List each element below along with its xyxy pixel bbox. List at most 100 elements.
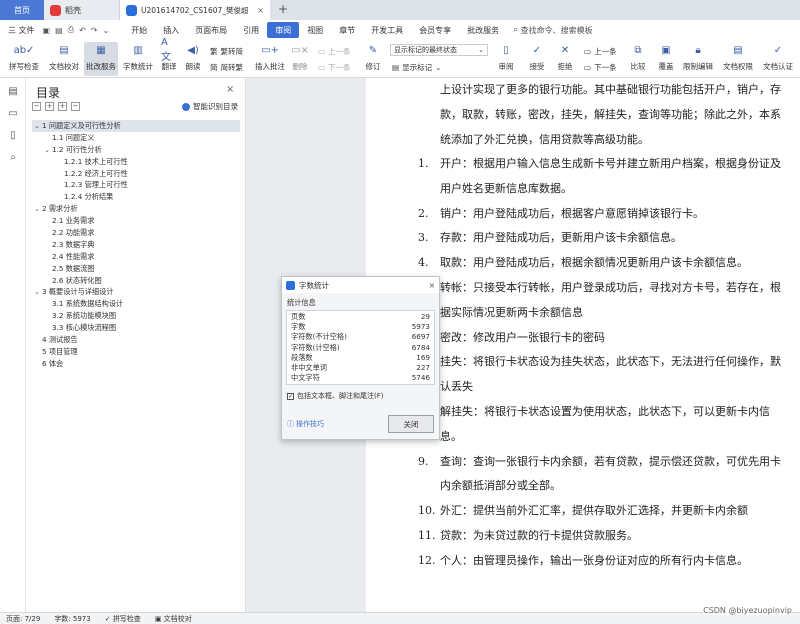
tab-correction-service[interactable]: 批改服务 [459,22,507,38]
toc-item[interactable]: 1.2.3 管理上可行性 [32,179,240,191]
toc-item[interactable]: ⌄ 1.2 可行性分析 [32,144,240,156]
toc-item[interactable]: 6 体会 [32,358,240,370]
prev-comment-button[interactable]: ▭ 上一条 [318,46,351,57]
toc-item[interactable]: 4 测试报告 [32,334,240,346]
next-comment-button[interactable]: ▭ 下一条 [318,62,351,73]
chevron-down-icon[interactable]: ⌄ [34,286,42,298]
toc-item[interactable]: 2.3 数据字典 [32,239,240,251]
translate-button[interactable]: A文 翻译 [157,37,181,76]
read-aloud-button[interactable]: ◀) 朗读 [182,42,204,76]
toc-item[interactable]: ⌄ 1 问题定义及可行性分析 [32,120,240,132]
show-markup-label: 显示标记 [402,63,433,72]
close-tab-icon[interactable]: × [257,6,264,15]
pages-icon[interactable]: ▭ [7,108,19,120]
review-pane-button[interactable]: ▯ 审阅 [494,42,518,76]
close-icon[interactable]: × [226,84,234,95]
toc-item[interactable]: 2.6 状态转化图 [32,275,240,287]
print-icon[interactable]: ⎙ [68,25,74,35]
tips-label: 操作技巧 [296,420,324,428]
toc-item[interactable]: 2.4 性能需求 [32,251,240,263]
track-changes-button[interactable]: ✎ 修订 [362,42,384,76]
chevron-down-icon[interactable]: ⌄ [34,120,42,132]
chevron-down-icon[interactable]: ⌄ [44,144,52,156]
tab-references[interactable]: 引用 [235,22,267,38]
toc-item[interactable]: 1.1 问题定义 [32,132,240,144]
spell-check-status[interactable]: ✓ 拼写检查 [105,614,141,624]
redo-icon[interactable]: ↷ [91,26,98,35]
spell-check-button[interactable]: ab✓ 拼写检查 [6,42,42,76]
close-icon[interactable]: × [429,281,435,290]
doc-proof-button[interactable]: ▤ 文档校对 [46,42,82,76]
markup-mode-select[interactable]: 显示标记的最终状态 ⌄ [390,44,488,56]
next-change-button[interactable]: ▭ 下一条 [584,62,617,73]
chevron-down-icon[interactable]: ⌄ [34,203,42,215]
tab-start[interactable]: 开始 [123,22,155,38]
delete-comment-button[interactable]: ▭× 删除 [290,42,310,76]
doc-cert-button[interactable]: ✓ 文档认证 [760,42,796,76]
insert-comment-button[interactable]: ▭+ 插入批注 [254,42,286,76]
command-search[interactable]: ⌕ 查找命令、搜索模板 [513,25,592,36]
prev-change-button[interactable]: ▭ 上一条 [584,46,617,57]
page-indicator[interactable]: 页面: 7/29 [6,614,40,624]
tab-member[interactable]: 会员专享 [411,22,459,38]
show-markup-button[interactable]: ▤ 显示标记 ⌄ [392,62,441,73]
undo-icon[interactable]: ↶ [79,26,86,35]
toc-item[interactable]: 1.2.4 分析结果 [32,191,240,203]
doc-proof-status-icon: ▣ [154,614,164,623]
include-textbox-checkbox[interactable]: ✓ 包括文本框、脚注和尾注(F) [287,391,439,401]
tab-wps[interactable]: 稻壳 [44,0,120,20]
batch-service-button[interactable]: ▦ 批改服务 [84,42,118,76]
word-count-button[interactable]: ▥ 字数统计 [121,42,155,76]
toc-item[interactable]: 3.1 系统数据结构设计 [32,298,240,310]
reject-button[interactable]: ✕ 拒绝 [554,42,576,76]
review-ribbon: ab✓ 拼写检查 ▤ 文档校对 ▦ 批改服务 ▥ 字数统计 A文 翻译 ◀) 朗… [0,37,800,78]
doc-proof-status[interactable]: ▣ 文档校对 [155,614,192,624]
remove-heading-icon[interactable]: − [71,102,80,111]
toc-item[interactable]: 5 项目管理 [32,346,240,358]
tips-link[interactable]: ⓘ 操作技巧 [287,419,324,429]
toc-item[interactable]: 1.2.2 经济上可行性 [32,168,240,180]
save-icon[interactable]: ▣ [43,26,51,35]
list-item-text: 个人：由管理员操作，输出一张身份证对应的所有行内卡信息。 [440,553,748,567]
toc-item[interactable]: 1.2.1 技术上可行性 [32,156,240,168]
batch-service-label: 批改服务 [86,62,116,71]
toc-item[interactable]: ⌄ 3 概要设计与详细设计 [32,286,240,298]
compare-button[interactable]: ⧉ 比较 [626,42,650,76]
toc-item[interactable]: 2.5 数据流图 [32,263,240,275]
stat-value: 6697 [411,332,430,342]
tab-page-layout[interactable]: 页面布局 [187,22,235,38]
accept-button[interactable]: ✓ 接受 [526,42,548,76]
cover-button[interactable]: ▣ 覆盖 [656,42,676,76]
file-menu[interactable]: 三 文件 [0,25,43,36]
close-button[interactable]: 关闭 [388,415,434,433]
new-tab-button[interactable]: + [276,2,290,18]
toc-item[interactable]: 3.2 系统功能模块图 [32,310,240,322]
tab-view[interactable]: 视图 [299,22,331,38]
tab-document[interactable]: U201614702_CS1607_樊俊超 × [120,0,270,20]
tab-insert[interactable]: 插入 [155,22,187,38]
expand-all-icon[interactable]: + [45,102,54,111]
restrict-edit-button[interactable]: 🔒︎ 限制编辑 [680,42,716,76]
cert-icon: ✓ [773,44,783,56]
tab-sections[interactable]: 章节 [331,22,363,38]
toc-item[interactable]: 2.2 功能需求 [32,227,240,239]
toc-item[interactable]: ⌄ 2 需求分析 [32,203,240,215]
simp-to-trad-button[interactable]: 简简转繁 [210,62,243,73]
folder-icon[interactable]: ▤ [55,26,63,35]
tab-home[interactable]: 首页 [0,0,44,20]
chevron-down-icon[interactable]: ⌄ [102,26,109,35]
toc-icon[interactable]: ▤ [7,86,19,98]
trad-to-simp-button[interactable]: 繁繁转简 [210,46,243,57]
toc-item-label: 6 体会 [42,358,64,368]
bookmark-icon[interactable]: ▯ [7,130,19,142]
tab-review[interactable]: 审阅 [267,22,300,38]
doc-permission-button[interactable]: ▤ 文档权限 [720,42,756,76]
collapse-all-icon[interactable]: − [32,102,41,111]
toc-item[interactable]: 2.1 业务需求 [32,215,240,227]
tab-developer[interactable]: 开发工具 [363,22,411,38]
word-count-indicator[interactable]: 字数: 5973 [54,614,90,624]
search-icon[interactable]: ⌕ [7,152,19,164]
add-heading-icon[interactable]: + [58,102,67,111]
toc-item[interactable]: 3.3 核心模块流程图 [32,322,240,334]
smart-toc-button[interactable]: 智能识别目录 [182,101,238,112]
